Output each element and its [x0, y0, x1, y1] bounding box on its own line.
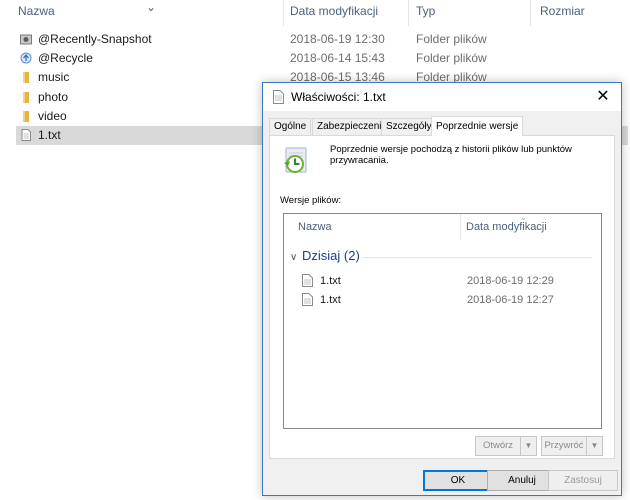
file-name: video: [38, 109, 67, 123]
folder-icon: [23, 72, 29, 83]
list-header-modified[interactable]: Data modyfikacji: [466, 221, 547, 233]
previous-versions-description: Poprzednie wersje pochodzą z historii pl…: [330, 144, 572, 166]
group-label: Dzisiaj (2): [302, 248, 360, 263]
sort-caret-icon: ⌄: [146, 0, 157, 14]
previous-versions-panel: Poprzednie wersje pochodzą z historii pl…: [269, 135, 615, 459]
column-header-modified[interactable]: Data modyfikacji: [290, 4, 378, 18]
close-button[interactable]: ✕: [591, 85, 615, 109]
cancel-button[interactable]: Anuluj: [487, 470, 557, 491]
column-header-name[interactable]: Nazwa: [18, 4, 55, 18]
tab-details[interactable]: Szczegóły: [381, 118, 437, 135]
chevron-down-icon: ∨: [290, 252, 298, 263]
file-name: 1.txt: [38, 128, 61, 142]
file-row-recycle[interactable]: @Recycle 2018-06-14 15:43 Folder plików: [16, 49, 628, 68]
dialog-titlebar[interactable]: Właściwości: 1.txt ✕: [263, 83, 621, 111]
text-file-icon: [21, 129, 31, 141]
open-button-label: Otwórz: [482, 440, 514, 451]
file-row-recently-snapshot[interactable]: @Recently-Snapshot 2018-06-19 12:30 Fold…: [16, 30, 628, 49]
ok-button[interactable]: OK: [423, 470, 493, 491]
dropdown-arrow-icon[interactable]: ▼: [586, 437, 602, 455]
version-date: 2018-06-19 12:29: [467, 275, 554, 287]
dialog-title: Właściwości: 1.txt: [291, 90, 386, 104]
restore-button-label: Przywróć: [544, 440, 584, 451]
folder-icon: [23, 92, 29, 103]
open-button[interactable]: Otwórz ▼: [475, 436, 537, 456]
file-name: photo: [38, 90, 69, 104]
file-versions-label: Wersje plików:: [280, 195, 342, 206]
file-name: @Recently-Snapshot: [38, 32, 152, 46]
text-file-icon: [302, 293, 313, 306]
column-header-type[interactable]: Typ: [416, 4, 435, 18]
text-file-icon: [302, 274, 313, 287]
version-date: 2018-06-19 12:27: [467, 294, 554, 306]
version-name: 1.txt: [320, 275, 341, 287]
version-row[interactable]: 1.txt 2018-06-19 12:29: [302, 272, 592, 290]
file-type: Folder plików: [416, 51, 487, 65]
file-versions-list[interactable]: Nazwa ⌄ Data modyfikacji ∨ Dzisiaj (2) 1.…: [283, 213, 602, 429]
folder-icon: [23, 111, 29, 122]
restore-button[interactable]: Przywróć ▼: [541, 436, 603, 456]
group-header-today[interactable]: ∨ Dzisiaj (2): [290, 248, 360, 263]
column-header-size[interactable]: Rozmiar: [540, 4, 585, 18]
file-history-icon: [284, 147, 307, 173]
text-file-icon: [273, 90, 284, 104]
tab-previous-versions[interactable]: Poprzednie wersje: [431, 116, 524, 136]
properties-dialog: Właściwości: 1.txt ✕ Ogólne Zabezpieczen…: [262, 82, 622, 496]
version-name: 1.txt: [320, 294, 341, 306]
snapshot-folder-icon: [20, 34, 32, 45]
tab-general[interactable]: Ogólne: [269, 118, 312, 135]
file-date: 2018-06-19 12:30: [290, 32, 385, 46]
file-date: 2018-06-14 15:43: [290, 51, 385, 65]
column-header-bar: Nazwa ⌄ Data modyfikacji Typ Rozmiar: [0, 0, 630, 26]
apply-button[interactable]: Zastosuj: [548, 470, 618, 491]
version-row[interactable]: 1.txt 2018-06-19 12:27: [302, 291, 592, 309]
dropdown-arrow-icon[interactable]: ▼: [520, 437, 536, 455]
file-type: Folder plików: [416, 32, 487, 46]
recycle-folder-icon: [20, 52, 32, 64]
list-header-name[interactable]: Nazwa: [298, 221, 332, 233]
close-icon: ✕: [596, 88, 610, 105]
file-name: @Recycle: [38, 51, 93, 65]
file-name: music: [38, 70, 70, 84]
